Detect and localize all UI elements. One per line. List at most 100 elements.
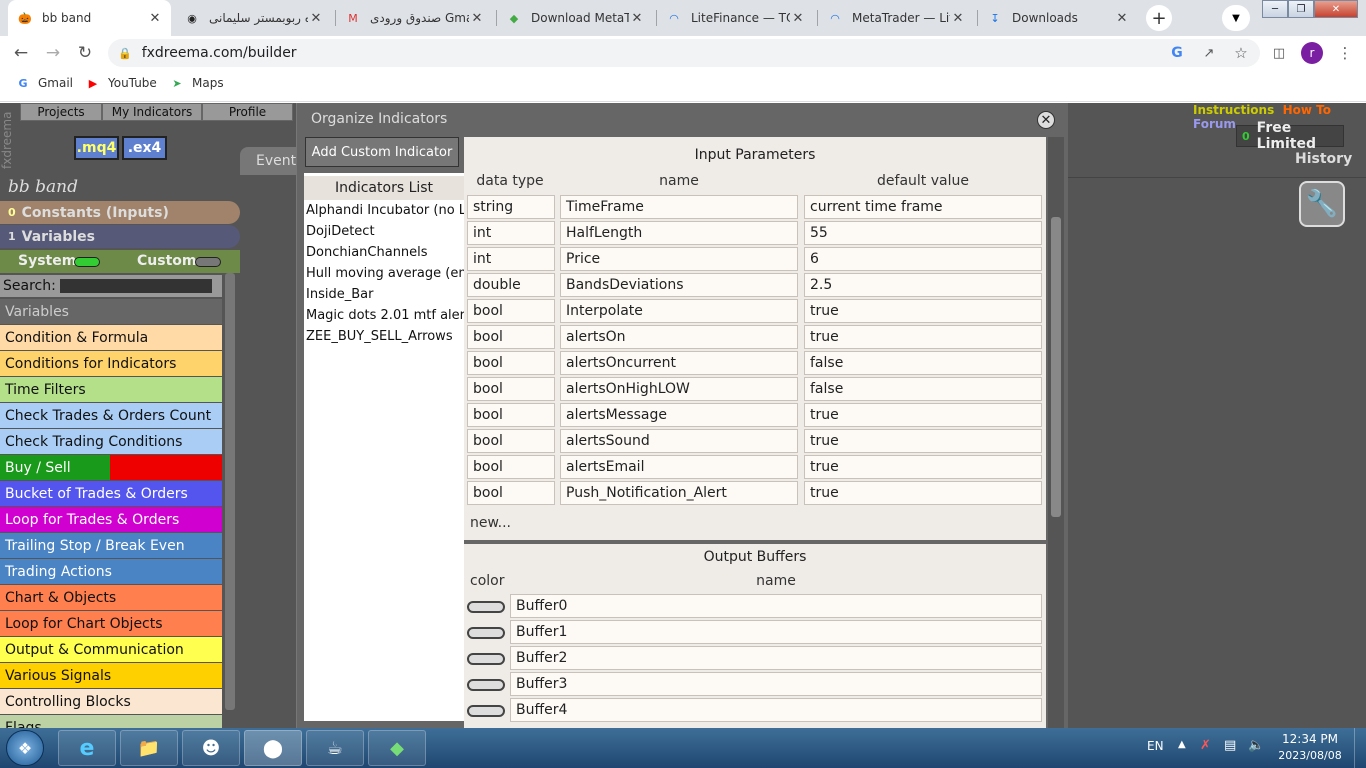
indicator-list-item[interactable]: Magic dots 2.01 mtf alerts <box>304 305 464 326</box>
dialog-close-icon[interactable]: ✕ <box>1037 111 1055 129</box>
add-custom-indicator-button[interactable]: Add Custom Indicator <box>305 137 459 167</box>
profile-avatar[interactable]: r <box>1301 42 1323 64</box>
export-mq4-button[interactable]: .mq4 <box>74 136 119 160</box>
nav-my-indicators[interactable]: My Indicators <box>102 103 202 121</box>
show-desktop-button[interactable] <box>1354 728 1366 768</box>
tray-expand-icon[interactable]: ▲ <box>1178 739 1186 750</box>
link-forum[interactable]: Forum <box>1193 117 1236 131</box>
chrome-icon[interactable]: ⬤ <box>244 730 302 766</box>
bookmark-star-icon[interactable]: ☆ <box>1230 42 1252 64</box>
system-toggle[interactable] <box>74 257 100 267</box>
indicator-list-item[interactable]: DojiDetect <box>304 221 464 242</box>
category-item[interactable]: Variables <box>0 299 222 324</box>
side-panel-icon[interactable]: ◫ <box>1268 42 1290 64</box>
variables-panel[interactable]: 1 Variables <box>0 225 240 248</box>
category-item[interactable]: Loop for Trades & Orders <box>0 507 222 532</box>
share-icon[interactable]: ↗ <box>1198 42 1220 64</box>
indicator-list-item[interactable]: DonchianChannels <box>304 242 464 263</box>
param-default-field[interactable]: true <box>804 429 1042 453</box>
param-default-field[interactable]: true <box>804 325 1042 349</box>
param-default-field[interactable]: false <box>804 377 1042 401</box>
param-type-field[interactable]: bool <box>467 299 555 323</box>
buffer-name-field[interactable]: Buffer4 <box>510 698 1042 722</box>
buffer-color-swatch[interactable] <box>467 679 505 691</box>
language-indicator[interactable]: EN <box>1147 739 1164 753</box>
close-tab-icon[interactable]: ✕ <box>1114 11 1130 26</box>
constants-inputs-panel[interactable]: 0 Constants (Inputs) <box>0 201 240 224</box>
browser-tab[interactable]: ◆ Download MetaTra✕ <box>497 0 653 36</box>
browser-tab[interactable]: M صندوق ورودی Gmail✕ <box>336 0 493 36</box>
buffer-name-field[interactable]: Buffer1 <box>510 620 1042 644</box>
minimize-button[interactable]: ─ <box>1262 0 1288 18</box>
browser-tab[interactable]: ◉ گروه ربوبمستر سلیمانی✕ <box>175 0 332 36</box>
new-tab-button[interactable]: + <box>1146 5 1172 31</box>
close-tab-icon[interactable]: ✕ <box>950 11 966 26</box>
buffer-color-swatch[interactable] <box>467 627 505 639</box>
volume-icon[interactable]: 🔈 <box>1248 738 1264 753</box>
nav-profile[interactable]: Profile <box>202 103 293 121</box>
export-ex4-button[interactable]: .ex4 <box>122 136 167 160</box>
close-tab-icon[interactable]: ✕ <box>469 11 485 26</box>
indicator-list-item[interactable]: ZEE_BUY_SELL_Arrows <box>304 326 464 347</box>
buffer-name-field[interactable]: Buffer3 <box>510 672 1042 696</box>
category-item[interactable]: Conditions for Indicators <box>0 351 222 376</box>
java-icon[interactable]: ☕ <box>306 730 364 766</box>
google-lens-icon[interactable]: G <box>1166 42 1188 64</box>
category-item[interactable]: Chart & Objects <box>0 585 222 610</box>
param-default-field[interactable]: true <box>804 299 1042 323</box>
url-bar[interactable]: 🔒 fxdreema.com/builder <box>108 39 1260 67</box>
param-type-field[interactable]: string <box>467 195 555 219</box>
network-error-icon[interactable]: ✗ <box>1200 738 1211 753</box>
close-tab-icon[interactable]: ✕ <box>790 11 806 26</box>
back-icon[interactable]: ← <box>10 42 32 64</box>
tab-events[interactable]: Events <box>240 147 303 175</box>
builder-canvas[interactable]: Instructions How To Forum 0 Free Limited… <box>1068 103 1366 728</box>
nav-projects[interactable]: Projects <box>20 103 102 121</box>
category-item[interactable]: Trailing Stop / Break Even <box>0 533 222 558</box>
dialog-scrollbar[interactable] <box>1048 137 1064 728</box>
category-item[interactable]: Controlling Blocks <box>0 689 222 714</box>
sidebar-scrollbar[interactable] <box>225 273 235 710</box>
history-link[interactable]: History <box>1295 151 1352 167</box>
new-parameter-link[interactable]: new... <box>470 515 511 531</box>
file-explorer-icon[interactable]: 📁 <box>120 730 178 766</box>
litefinance-icon[interactable]: ◆ <box>368 730 426 766</box>
indicator-list-item[interactable]: Inside_Bar <box>304 284 464 305</box>
param-default-field[interactable]: 6 <box>804 247 1042 271</box>
param-default-field[interactable]: true <box>804 403 1042 427</box>
maximize-button[interactable]: ❐ <box>1288 0 1314 18</box>
close-tab-icon[interactable]: ✕ <box>147 11 163 26</box>
param-type-field[interactable]: bool <box>467 377 555 401</box>
clock-date[interactable]: 2023/08/08 <box>1278 749 1342 762</box>
chat-app-icon[interactable]: ☻ <box>182 730 240 766</box>
param-name-field[interactable]: alertsMessage <box>560 403 798 427</box>
buffer-name-field[interactable]: Buffer0 <box>510 594 1042 618</box>
category-item[interactable]: Output & Communication <box>0 637 222 662</box>
buffer-color-swatch[interactable] <box>467 601 505 613</box>
param-name-field[interactable]: Interpolate <box>560 299 798 323</box>
param-type-field[interactable]: bool <box>467 403 555 427</box>
param-default-field[interactable]: false <box>804 351 1042 375</box>
close-tab-icon[interactable]: ✕ <box>629 11 645 26</box>
param-type-field[interactable]: double <box>467 273 555 297</box>
param-default-field[interactable]: current time frame <box>804 195 1042 219</box>
internet-explorer-icon[interactable]: e <box>58 730 116 766</box>
param-name-field[interactable]: Price <box>560 247 798 271</box>
param-default-field[interactable]: true <box>804 481 1042 505</box>
category-item[interactable]: Condition & Formula <box>0 325 222 350</box>
reload-icon[interactable]: ↻ <box>74 42 96 64</box>
param-default-field[interactable]: 2.5 <box>804 273 1042 297</box>
clock-time[interactable]: 12:34 PM <box>1278 732 1342 746</box>
forward-icon[interactable]: → <box>42 42 64 64</box>
start-button[interactable]: ❖ <box>6 730 44 766</box>
indicator-list-item[interactable]: Hull moving average (ema <box>304 263 464 284</box>
category-item[interactable]: Check Trading Conditions <box>0 429 222 454</box>
search-input[interactable] <box>59 279 212 293</box>
param-name-field[interactable]: alertsOnHighLOW <box>560 377 798 401</box>
param-type-field[interactable]: bool <box>467 429 555 453</box>
buffer-name-field[interactable]: Buffer2 <box>510 646 1042 670</box>
category-item[interactable]: Check Trades & Orders Count <box>0 403 222 428</box>
window-close-button[interactable]: ✕ <box>1314 0 1358 18</box>
param-type-field[interactable]: int <box>467 221 555 245</box>
param-name-field[interactable]: alertsEmail <box>560 455 798 479</box>
